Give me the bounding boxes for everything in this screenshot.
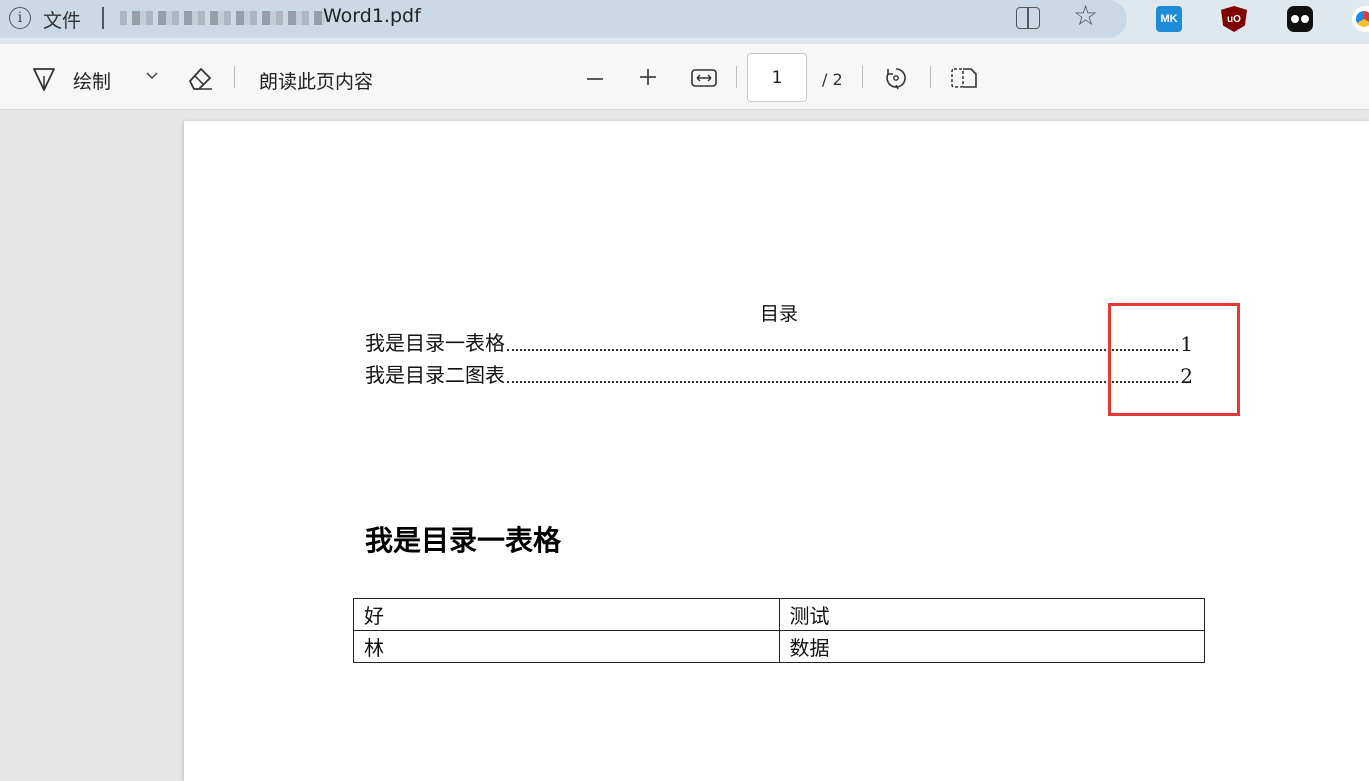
pdf-toolbar: 绘制 朗读此页内容 / 2 xyxy=(0,44,1369,110)
favorite-star-icon[interactable]: ☆ xyxy=(1073,2,1098,30)
table-row: 林 数据 xyxy=(353,630,1205,663)
chevron-down-icon[interactable] xyxy=(145,68,159,82)
ublock-extension-icon[interactable]: uO xyxy=(1221,6,1247,32)
page-number-input[interactable] xyxy=(747,53,807,102)
mk-extension-icon[interactable]: MK xyxy=(1156,6,1182,32)
eraser-icon[interactable] xyxy=(186,64,214,92)
rotate-icon[interactable] xyxy=(883,65,909,91)
split-screen-icon[interactable] xyxy=(1016,7,1040,29)
two-page-view-icon[interactable] xyxy=(951,67,977,89)
draw-pen-icon[interactable] xyxy=(32,66,56,92)
pdf-page: 目录 我是目录一表格 1 我是目录二图表 2 我是目录一表格 好 测试 林 数据 xyxy=(184,121,1369,781)
data-table: 好 测试 林 数据 xyxy=(353,598,1205,663)
toc-title: 目录 xyxy=(760,303,799,325)
draw-button[interactable]: 绘制 xyxy=(73,67,111,94)
toc-entry-label: 我是目录一表格 xyxy=(365,331,505,355)
url-field[interactable]: i 文件 Word1.pdf ☆ xyxy=(0,0,1127,38)
toc-entry-label: 我是目录二图表 xyxy=(365,363,505,387)
toc-entry-1[interactable]: 我是目录一表格 1 xyxy=(365,328,1193,356)
red-highlight-box xyxy=(1108,303,1240,416)
toc-leader-dots xyxy=(507,381,1179,383)
table-cell: 林 xyxy=(353,630,780,663)
toolbar-separator xyxy=(930,66,931,88)
zoom-out-icon[interactable] xyxy=(585,69,605,89)
tampermonkey-extension-icon[interactable] xyxy=(1287,6,1313,32)
file-scheme-label: 文件 xyxy=(43,10,82,32)
read-aloud-button[interactable]: 朗读此页内容 xyxy=(259,67,373,94)
toc-entry-2[interactable]: 我是目录二图表 2 xyxy=(365,360,1193,388)
fit-to-width-icon[interactable] xyxy=(691,69,717,87)
browser-address-bar: i 文件 Word1.pdf ☆ MK uO xyxy=(0,0,1369,44)
url-filename[interactable]: Word1.pdf xyxy=(323,5,421,27)
toolbar-separator xyxy=(234,66,235,88)
address-separator xyxy=(102,7,104,29)
toolbar-separator xyxy=(736,66,737,88)
total-pages-label: / 2 xyxy=(822,70,843,89)
table-cell: 好 xyxy=(353,598,780,631)
info-icon[interactable]: i xyxy=(9,7,31,29)
table-cell: 测试 xyxy=(778,598,1205,631)
yandex-extension-icon[interactable] xyxy=(1352,6,1369,32)
section-heading: 我是目录一表格 xyxy=(365,524,562,557)
toc-leader-dots xyxy=(507,349,1179,351)
toolbar-separator xyxy=(862,66,863,88)
table-cell: 数据 xyxy=(778,630,1205,663)
table-row: 好 测试 xyxy=(353,598,1205,631)
blurred-url-path xyxy=(120,11,325,25)
zoom-in-icon[interactable] xyxy=(638,67,658,87)
